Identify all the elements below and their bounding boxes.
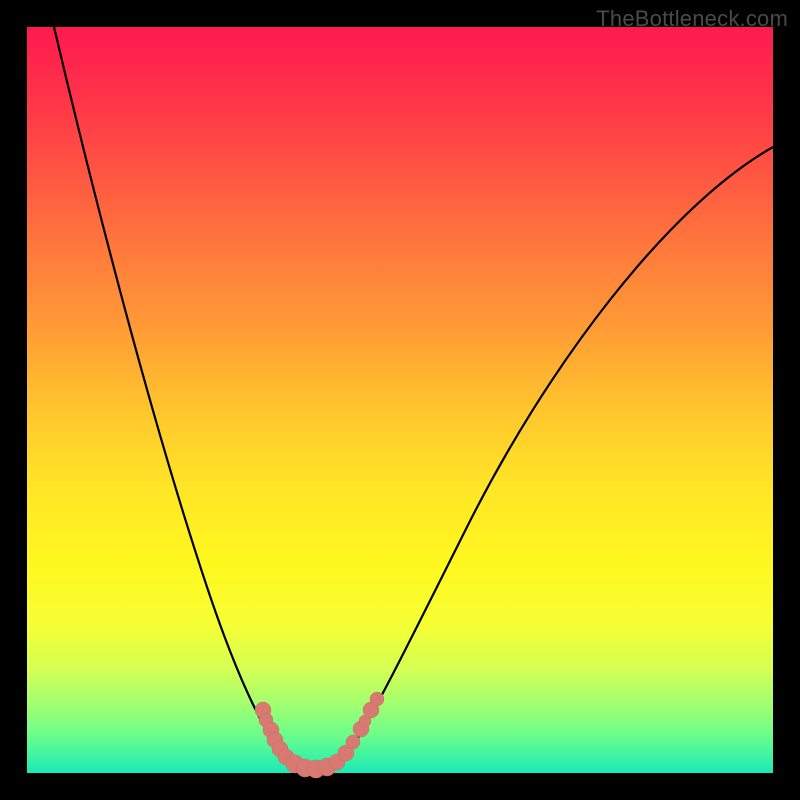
chart-frame: TheBottleneck.com: [0, 0, 800, 800]
watermark-text: TheBottleneck.com: [596, 6, 788, 32]
bottleneck-curve: [54, 27, 773, 770]
plot-area: [27, 27, 773, 773]
curve-layer: [27, 27, 773, 773]
bead-cluster: [255, 692, 384, 778]
